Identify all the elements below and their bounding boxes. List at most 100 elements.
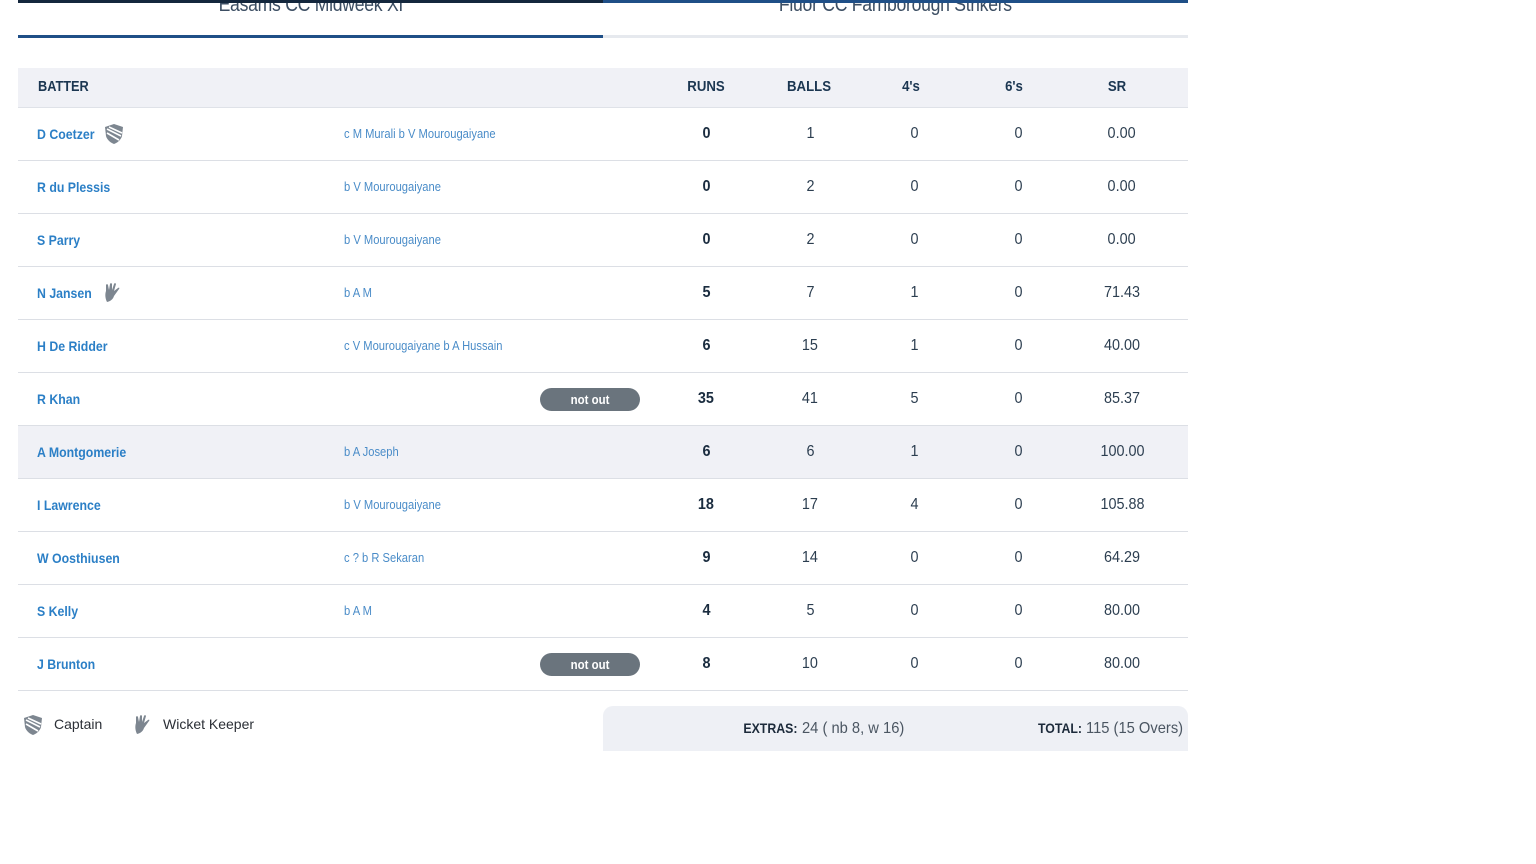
fours-cell: 0 xyxy=(864,214,964,266)
sixes-cell: 0 xyxy=(968,638,1068,690)
runs-value: 35 xyxy=(697,390,715,407)
fours-value: 1 xyxy=(909,443,919,460)
fours-value: 0 xyxy=(909,125,919,142)
sixes-cell: 0 xyxy=(968,373,1068,425)
balls-value: 14 xyxy=(801,549,819,566)
fours-cell: 0 xyxy=(864,108,964,160)
runs-value: 8 xyxy=(701,655,711,672)
fours-value: 1 xyxy=(909,284,919,301)
balls-value: 10 xyxy=(801,655,819,672)
batter-name-link[interactable]: W Oosthiusen xyxy=(37,532,120,584)
table-header: BATTER RUNS BALLS 4's 6's SR xyxy=(18,68,1188,108)
total-summary: TOTAL: 115 (15 Overs) xyxy=(1032,720,1192,738)
fours-value: 0 xyxy=(909,549,919,566)
tab-label: Easams CC Midweek XI xyxy=(218,0,403,16)
fours-value: 4 xyxy=(909,496,919,513)
strike-rate-value: 0.00 xyxy=(1107,125,1137,142)
strike-rate-value: 100.00 xyxy=(1099,443,1145,460)
balls-cell: 2 xyxy=(760,214,860,266)
fours-value: 0 xyxy=(909,231,919,248)
strike-rate-cell: 0.00 xyxy=(1072,108,1172,160)
balls-cell: 1 xyxy=(760,108,860,160)
batter-name-link[interactable]: H De Ridder xyxy=(37,320,108,372)
batter-name-link[interactable]: D Coetzer xyxy=(37,108,95,160)
runs-value: 0 xyxy=(701,231,711,248)
fours-value: 5 xyxy=(909,390,919,407)
sixes-cell: 0 xyxy=(968,585,1068,637)
sixes-cell: 0 xyxy=(968,214,1068,266)
balls-cell: 14 xyxy=(760,532,860,584)
legend-captain-label: Captain xyxy=(54,716,103,732)
header-fours: 4's xyxy=(902,78,920,95)
table-row: S Parry b V Mourougaiyane 0 2 0 0 0.00 xyxy=(18,214,1188,267)
not-out-label: not out xyxy=(570,392,610,407)
batter-name-link[interactable]: R Khan xyxy=(37,373,80,425)
strike-rate-value: 0.00 xyxy=(1107,178,1137,195)
not-out-badge: not out xyxy=(540,653,640,676)
batter-name-link[interactable]: J Brunton xyxy=(37,638,95,690)
strike-rate-cell: 80.00 xyxy=(1072,585,1172,637)
dismissal-text: b A M xyxy=(344,603,372,618)
runs-cell: 5 xyxy=(656,267,756,319)
fours-value: 1 xyxy=(909,337,919,354)
batting-scorecard-table: BATTER RUNS BALLS 4's 6's SR D Coetzer c … xyxy=(18,68,1188,691)
fours-cell: 0 xyxy=(864,161,964,213)
innings-summary: EXTRAS: 24 ( nb 8, w 16) TOTAL: 115 (15 … xyxy=(603,706,1188,751)
strike-rate-cell: 105.88 xyxy=(1072,479,1172,531)
strike-rate-cell: 71.43 xyxy=(1072,267,1172,319)
sixes-cell: 0 xyxy=(968,267,1068,319)
fours-cell: 1 xyxy=(864,320,964,372)
table-row: S Kelly b A M 4 5 0 0 80.00 xyxy=(18,585,1188,638)
header-batter: BATTER xyxy=(38,78,89,95)
runs-cell: 4 xyxy=(656,585,756,637)
batter-name-link[interactable]: R du Plessis xyxy=(37,161,110,213)
runs-cell: 6 xyxy=(656,426,756,478)
table-row: R Khan not out 35 41 5 0 85.37 xyxy=(18,373,1188,426)
sixes-cell: 0 xyxy=(968,320,1068,372)
fours-cell: 0 xyxy=(864,532,964,584)
tab-fluor-cc-farnborough-strikers[interactable]: Fluor CC Farnborough Strikers xyxy=(603,0,1188,38)
fours-cell: 4 xyxy=(864,479,964,531)
strike-rate-cell: 100.00 xyxy=(1072,426,1172,478)
balls-value: 41 xyxy=(801,390,819,407)
tab-easams-cc-midweek-xi[interactable]: Easams CC Midweek XI xyxy=(18,0,603,38)
batter-name-link[interactable]: S Parry xyxy=(37,214,80,266)
strike-rate-cell: 80.00 xyxy=(1072,638,1172,690)
extras-summary: EXTRAS: 24 ( nb 8, w 16) xyxy=(736,720,913,738)
table-row: J Brunton not out 8 10 0 0 80.00 xyxy=(18,638,1188,691)
table-row: A Montgomerie b A Joseph 6 6 1 0 100.00 xyxy=(18,426,1188,479)
legend-wicket-keeper-label: Wicket Keeper xyxy=(163,716,255,732)
extras-value: 24 ( nb 8, w 16) xyxy=(801,720,905,737)
fours-value: 0 xyxy=(909,602,919,619)
not-out-label: not out xyxy=(570,657,610,672)
dismissal-text: b A M xyxy=(344,285,372,300)
header-strike-rate: SR xyxy=(1107,78,1127,95)
batter-name-link[interactable]: S Kelly xyxy=(37,585,78,637)
runs-value: 6 xyxy=(701,337,711,354)
header-runs: RUNS xyxy=(687,78,725,95)
sixes-value: 0 xyxy=(1013,602,1023,619)
balls-cell: 41 xyxy=(760,373,860,425)
balls-value: 2 xyxy=(805,231,815,248)
total-label: TOTAL: xyxy=(1038,720,1083,736)
runs-value: 9 xyxy=(701,549,711,566)
sixes-value: 0 xyxy=(1013,178,1023,195)
batter-name-link[interactable]: A Montgomerie xyxy=(37,426,126,478)
extras-label: EXTRAS: xyxy=(743,720,798,736)
table-row: N Jansen b A M 5 7 1 0 71.43 xyxy=(18,267,1188,320)
strike-rate-cell: 0.00 xyxy=(1072,214,1172,266)
sixes-value: 0 xyxy=(1013,284,1023,301)
balls-cell: 2 xyxy=(760,161,860,213)
balls-cell: 7 xyxy=(760,267,860,319)
wicket-keeper-gloves-icon xyxy=(102,282,124,304)
table-row: D Coetzer c M Murali b V Mourougaiyane 0 1 0… xyxy=(18,108,1188,161)
strike-rate-cell: 85.37 xyxy=(1072,373,1172,425)
fours-cell: 0 xyxy=(864,638,964,690)
balls-value: 7 xyxy=(805,284,815,301)
dismissal-text: b A Joseph xyxy=(344,444,399,459)
batter-name-link[interactable]: I Lawrence xyxy=(37,479,101,531)
tab-label: Fluor CC Farnborough Strikers xyxy=(779,0,1012,16)
batter-name-link[interactable]: N Jansen xyxy=(37,267,92,319)
strike-rate-cell: 64.29 xyxy=(1072,532,1172,584)
balls-value: 1 xyxy=(805,125,815,142)
